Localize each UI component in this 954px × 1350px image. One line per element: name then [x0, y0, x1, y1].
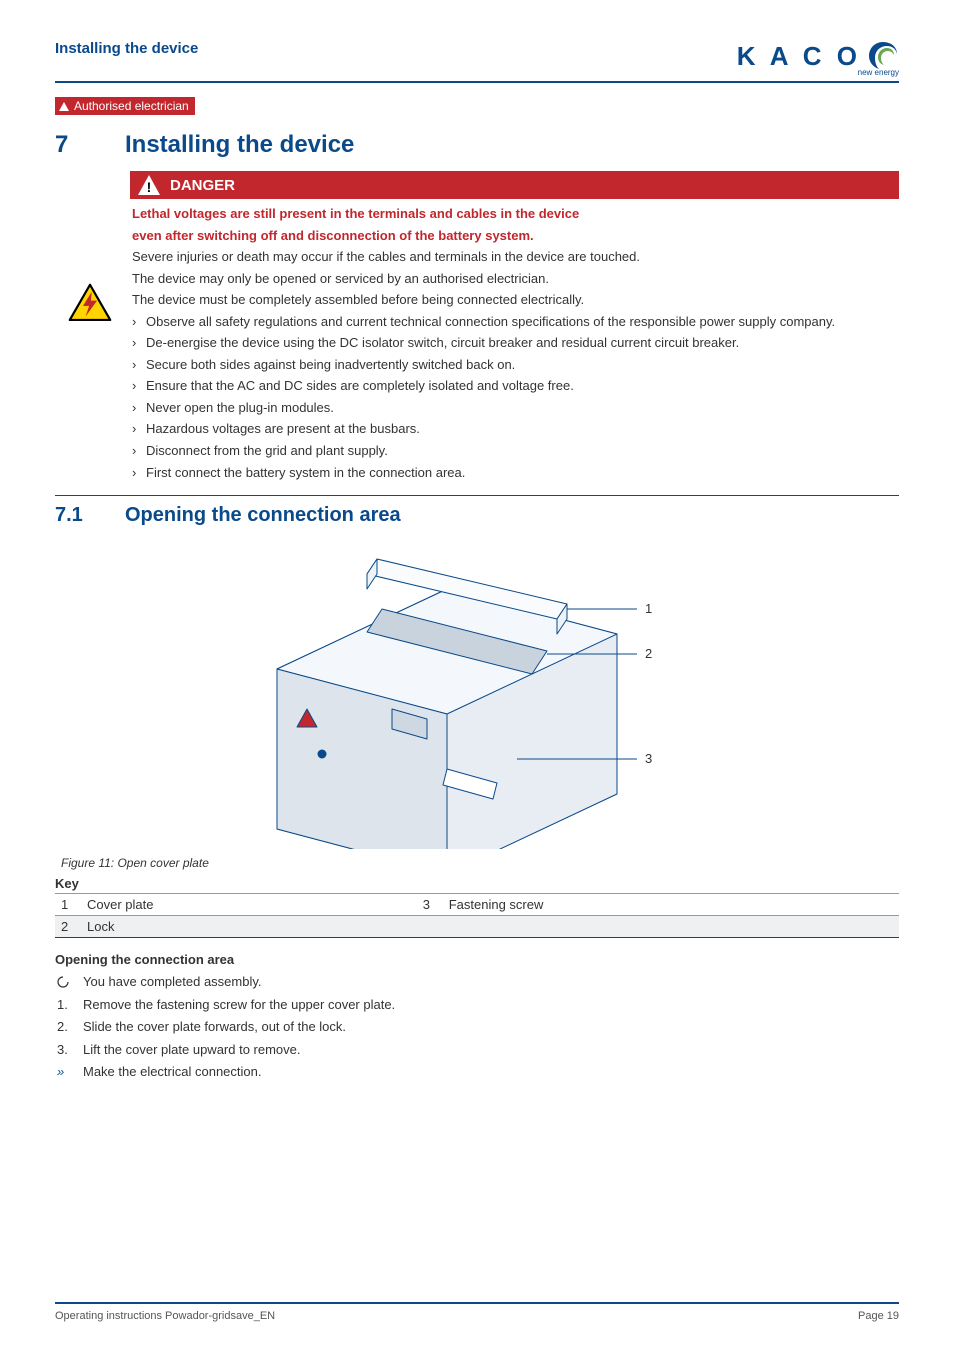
procedure-step: 2. Slide the cover plate forwards, out o… [55, 1018, 899, 1036]
key-heading: Key [55, 876, 899, 891]
danger-head2: even after switching off and disconnecti… [132, 227, 897, 245]
precondition-icon [57, 973, 69, 991]
danger-bullet: Never open the plug-in modules. [132, 399, 897, 417]
section-title: Installing the device [125, 131, 354, 158]
callout-3: 3 [645, 751, 652, 766]
danger-p1: Severe injuries or death may occur if th… [132, 248, 897, 266]
danger-bar: ! DANGER [130, 171, 899, 199]
step-number: 2. [57, 1018, 68, 1036]
key-num: 2 [55, 916, 81, 938]
key-text: Fastening screw [443, 894, 899, 916]
danger-triangle-icon: ! [138, 175, 160, 195]
procedure-heading: Opening the connection area [55, 952, 899, 967]
header-title: Installing the device [55, 40, 198, 57]
danger-label: DANGER [170, 177, 235, 194]
key-text [443, 916, 899, 938]
procedure-result: » Make the electrical connection. [55, 1063, 899, 1081]
callout-2: 2 [645, 646, 652, 661]
danger-bullet: Secure both sides against being inadvert… [132, 356, 897, 374]
figure-caption: Figure 11: Open cover plate [61, 856, 899, 870]
section-number: 7 [55, 131, 125, 159]
key-num: 1 [55, 894, 81, 916]
danger-bullet: Observe all safety regulations and curre… [132, 313, 897, 331]
subsection-heading: 7.1Opening the connection area [55, 504, 899, 527]
warning-triangle-icon [59, 102, 69, 111]
section-heading: 7Installing the device [55, 131, 899, 159]
key-text: Cover plate [81, 894, 417, 916]
subsection-number: 7.1 [55, 504, 125, 527]
key-table: 1 Cover plate 3 Fastening screw 2 Lock [55, 893, 899, 938]
danger-bullet-list: Observe all safety regulations and curre… [132, 313, 897, 481]
callout-1: 1 [645, 601, 652, 616]
logo-text: K A C O [737, 41, 861, 72]
procedure-list: You have completed assembly. 1. Remove t… [55, 973, 899, 1081]
procedure-step: 1. Remove the fastening screw for the up… [55, 996, 899, 1014]
key-num [417, 916, 443, 938]
procedure-text: Slide the cover plate forwards, out of t… [83, 1019, 346, 1034]
key-text: Lock [81, 916, 417, 938]
divider [55, 495, 899, 496]
logo: K A C O new energy [737, 40, 899, 77]
danger-bullet: Ensure that the AC and DC sides are comp… [132, 377, 897, 395]
procedure-text: Remove the fastening screw for the upper… [83, 997, 395, 1012]
step-number: 1. [57, 996, 68, 1014]
page-footer: Operating instructions Powador-gridsave_… [55, 1302, 899, 1322]
danger-bullet: De-energise the device using the DC isol… [132, 334, 897, 352]
auth-badge-label: Authorised electrician [74, 99, 189, 113]
danger-p2: The device may only be opened or service… [132, 270, 897, 288]
procedure-step: 3. Lift the cover plate upward to remove… [55, 1041, 899, 1059]
key-num: 3 [417, 894, 443, 916]
danger-p3: The device must be completely assembled … [132, 291, 897, 309]
danger-bullet: Disconnect from the grid and plant suppl… [132, 442, 897, 460]
page-header: Installing the device K A C O new energy [55, 40, 899, 83]
authorised-electrician-badge: Authorised electrician [55, 97, 195, 115]
key-row: 1 Cover plate 3 Fastening screw [55, 894, 899, 916]
procedure-text: Make the electrical connection. [83, 1064, 261, 1079]
footer-right: Page 19 [858, 1310, 899, 1322]
footer-left: Operating instructions Powador-gridsave_… [55, 1310, 275, 1322]
figure: 1 2 3 [55, 539, 899, 852]
procedure-text: Lift the cover plate upward to remove. [83, 1042, 301, 1057]
cover-plate-illustration: 1 2 3 [217, 539, 737, 849]
high-voltage-icon [68, 283, 112, 322]
procedure-precondition: You have completed assembly. [55, 973, 899, 991]
subsection-title: Opening the connection area [125, 504, 401, 526]
danger-bullet: Hazardous voltages are present at the bu… [132, 420, 897, 438]
danger-head1: Lethal voltages are still present in the… [132, 205, 897, 223]
result-mark: » [57, 1063, 64, 1081]
procedure-text: You have completed assembly. [83, 974, 262, 989]
danger-body: Lethal voltages are still present in the… [130, 199, 899, 481]
danger-bullet: First connect the battery system in the … [132, 464, 897, 482]
key-row: 2 Lock [55, 916, 899, 938]
step-number: 3. [57, 1041, 68, 1059]
